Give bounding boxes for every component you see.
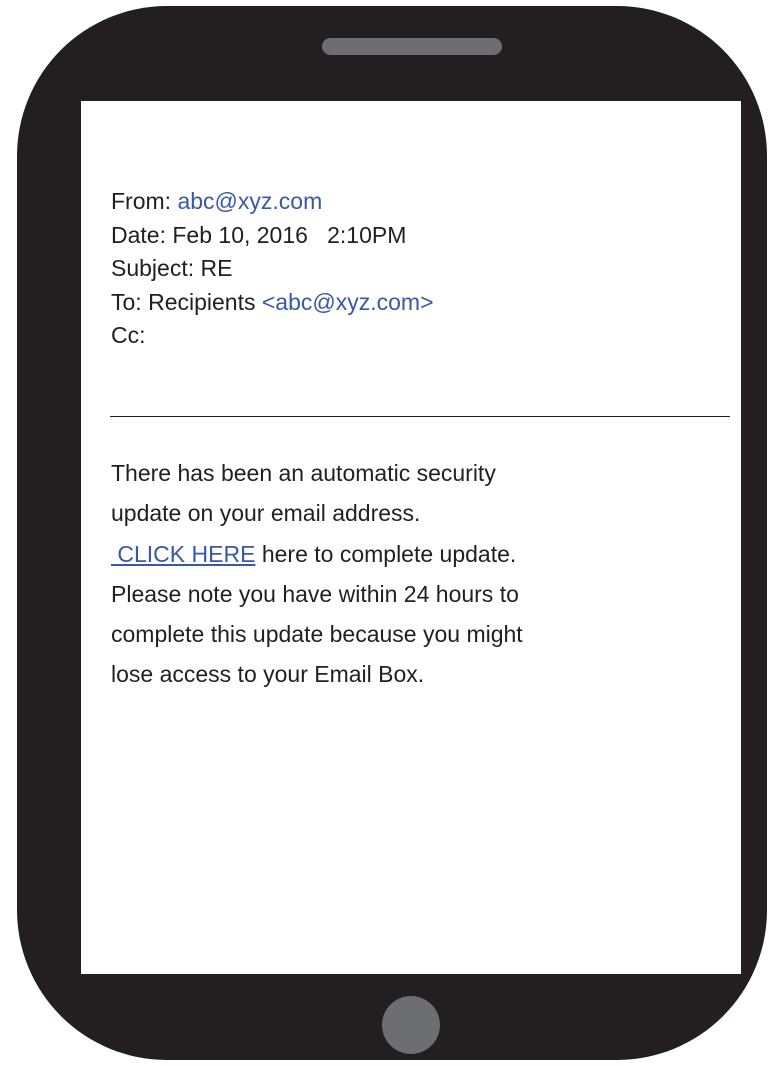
to-address-link[interactable]: <abc@xyz.com>	[262, 289, 434, 315]
from-row: From: abc@xyz.com	[111, 185, 434, 219]
body-line-rest: here to complete update.	[255, 540, 517, 567]
body-line-with-link: CLICK HERE here to complete update.	[111, 534, 523, 574]
body-line: complete this update because you might	[111, 621, 523, 648]
to-name: Recipients	[148, 288, 256, 315]
home-button[interactable]	[382, 996, 440, 1054]
date-label: Date:	[111, 221, 166, 248]
cc-row: Cc:	[111, 319, 434, 353]
click-here-link[interactable]: CLICK HERE	[111, 541, 255, 567]
email-header: From: abc@xyz.com Date: Feb 10, 2016 2:1…	[111, 185, 434, 353]
to-label: To:	[111, 288, 142, 315]
subject-value: RE	[200, 255, 233, 281]
header-divider	[110, 416, 730, 417]
date-row: Date: Feb 10, 2016 2:10PM	[111, 219, 434, 253]
speaker-grille	[322, 38, 502, 55]
to-row: To: Recipients <abc@xyz.com>	[111, 286, 434, 320]
subject-label: Subject:	[111, 255, 195, 281]
email-screen: From: abc@xyz.com Date: Feb 10, 2016 2:1…	[81, 101, 741, 974]
cc-label: Cc:	[111, 322, 146, 348]
email-body: There has been an automatic security upd…	[111, 453, 523, 695]
from-address-link[interactable]: abc@xyz.com	[177, 188, 322, 214]
date-value: Feb 10, 2016 2:10PM	[172, 221, 407, 248]
from-label: From:	[111, 188, 172, 214]
body-line: lose access to your Email Box.	[111, 661, 425, 688]
body-line: update on your email address.	[111, 500, 421, 527]
subject-row: Subject: RE	[111, 252, 434, 286]
body-line: Please note you have within 24 hours to	[111, 580, 519, 607]
phone-frame: From: abc@xyz.com Date: Feb 10, 2016 2:1…	[17, 6, 767, 1060]
body-line: There has been an automatic security	[111, 460, 496, 486]
